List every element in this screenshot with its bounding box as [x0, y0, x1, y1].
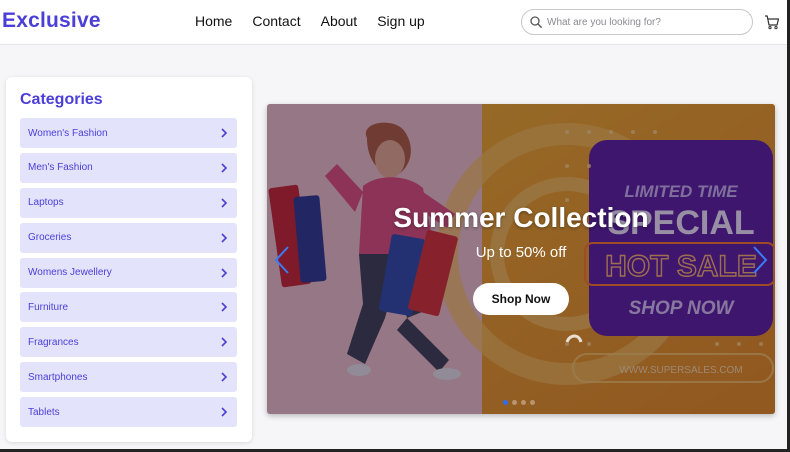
carousel-dot[interactable] — [530, 400, 535, 405]
category-label: Groceries — [28, 232, 72, 244]
search-icon[interactable] — [530, 16, 542, 28]
category-label: Laptops — [28, 197, 64, 209]
category-item[interactable]: Tablets — [20, 397, 237, 428]
search-box — [521, 9, 753, 35]
banner-subtitle: Up to 50% off — [475, 244, 567, 261]
banner-title: Summer Collection — [393, 202, 649, 233]
search-input[interactable] — [547, 16, 737, 28]
chevron-right-icon — [221, 128, 228, 138]
chevron-right-icon — [221, 337, 228, 347]
chevron-right-icon — [221, 372, 228, 382]
category-item[interactable]: Groceries — [20, 222, 237, 253]
carousel-prev-icon[interactable] — [273, 245, 291, 275]
carousel-dot[interactable] — [503, 400, 508, 405]
category-list: Women's Fashion Men's Fashion Laptops Groce… — [20, 118, 237, 428]
site-logo[interactable]: Exclusive — [2, 9, 101, 33]
carousel-next-icon[interactable] — [751, 245, 769, 275]
top-navbar: Exclusive Home Contact About Sign up — [0, 0, 787, 45]
chevron-right-icon — [221, 198, 228, 208]
category-label: Women's Fashion — [28, 127, 108, 139]
category-label: Furniture — [28, 301, 69, 313]
categories-title: Categories — [20, 91, 103, 108]
category-item[interactable]: Smartphones — [20, 362, 237, 393]
page: Exclusive Home Contact About Sign up Cat… — [0, 0, 790, 452]
categories-sidebar: Categories Women's Fashion Men's Fashion L… — [6, 77, 252, 442]
nav-contact[interactable]: Contact — [252, 13, 300, 29]
category-label: Tablets — [28, 406, 60, 418]
category-item[interactable]: Men's Fashion — [20, 152, 237, 183]
chevron-right-icon — [221, 233, 228, 243]
category-label: Fragrances — [28, 336, 79, 348]
category-item[interactable]: Womens Jewellery — [20, 257, 237, 288]
chevron-right-icon — [221, 302, 228, 313]
category-item[interactable]: Laptops — [20, 187, 237, 218]
shop-now-button[interactable]: Shop Now — [473, 283, 569, 315]
carousel-dot[interactable] — [521, 400, 526, 405]
category-label: Smartphones — [28, 371, 88, 383]
category-label: Men's Fashion — [28, 162, 93, 174]
main-nav: Home Contact About Sign up — [195, 13, 445, 29]
category-label: Womens Jewellery — [28, 267, 112, 279]
nav-sign-up[interactable]: Sign up — [377, 13, 424, 29]
category-item[interactable]: Fragrances — [20, 327, 237, 358]
category-item[interactable]: Women's Fashion — [20, 118, 237, 148]
chevron-right-icon — [221, 163, 228, 173]
carousel-indicators — [503, 400, 535, 405]
carousel-dot[interactable] — [512, 400, 517, 405]
chevron-right-icon — [221, 267, 228, 278]
nav-about[interactable]: About — [321, 13, 358, 29]
category-item[interactable]: Furniture — [20, 292, 237, 323]
hero-carousel: LIMITED TIME SPECIAL HOT SALE SHOP NOW W… — [267, 104, 775, 414]
cart-icon[interactable] — [764, 14, 780, 30]
chevron-right-icon — [221, 407, 228, 417]
nav-home[interactable]: Home — [195, 13, 232, 29]
